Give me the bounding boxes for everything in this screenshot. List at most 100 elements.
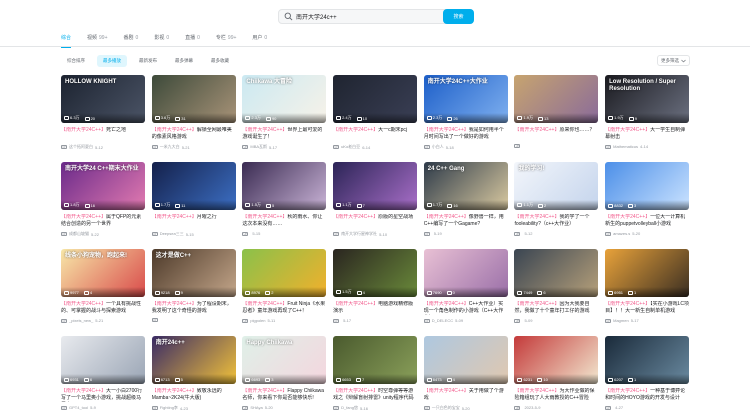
video-title[interactable]: 【南开大学24C++】我是如何用半个月时间写出了一个做好的游戏 — [424, 127, 508, 141]
video-thumbnail[interactable]: Happy Chiikawa 6693 3 — [242, 336, 327, 384]
video-title[interactable]: 【南开大学24C++】大一学生自制弹幕射击 — [605, 127, 689, 141]
uploader-name[interactable]: amazes.s — [613, 231, 630, 236]
video-card[interactable]: 1.9万 13 【南开大学24C++】原来你也……？ UP — [514, 75, 599, 154]
video-thumbnail[interactable]: 6231 10 — [514, 336, 599, 384]
tab-2[interactable]: 番剧 0 — [124, 34, 139, 44]
video-title[interactable]: 【南开大学24C++】原版的星空战场 — [333, 214, 417, 228]
video-thumbnail[interactable]: HOLLOW KNIGHT 6.3万 20 — [61, 75, 145, 123]
tab-0[interactable]: 综合 — [61, 34, 72, 48]
search-input[interactable] — [296, 13, 436, 20]
video-card[interactable]: Happy Chiikawa 6693 3 【南开大学24C++】Flappy Chi… — [242, 336, 327, 415]
video-title[interactable]: 【南开大学24C++】秋的雨水、你让这次本来没有…… — [242, 214, 326, 228]
video-title[interactable]: 【南开大学24C++】C++大作业）实现一个角色制作的小游戏（C++大作业） — [424, 301, 508, 315]
video-card[interactable]: 这才是做C++ 9218 9 【南开大学24C++】为了程设期末，我发明了这个奇怪的游… — [151, 249, 236, 328]
video-card[interactable]: 6653 7 【南开大学24C++】时空尊弹等等游戏之《辩解盲射排雷》unity程序… — [333, 336, 418, 415]
video-thumbnail[interactable]: 6653 7 — [333, 336, 418, 384]
video-card[interactable]: 6473 4 【南开大学24C++】关于用做了个游戏 UP 一只白色的宝宝 5-20 — [423, 336, 508, 415]
video-card[interactable]: 南开24c++ 6713 5 【南开大学24C++】致敬永远的Mamba~2K24(牛… — [151, 336, 236, 415]
video-thumbnail[interactable]: 6207 1 — [605, 336, 690, 384]
uploader-name[interactable]: Fighting李 — [160, 405, 178, 411]
tab-5[interactable]: 专栏 99+ — [216, 34, 237, 44]
video-card[interactable]: 24 C++ Gang 1.7万 16 【南开大学24C++】像野兽一样，用C++编写… — [423, 162, 508, 241]
video-card[interactable]: 南开大学24C++大作业 2.3万 26 【南开大学24C++】我是如何用半个月时间写… — [423, 75, 508, 154]
uploader-name[interactable]: uKo老白豆 — [341, 144, 360, 150]
video-card[interactable]: Chiikawa 大冒险 2.3万 90 【南开大学24C++】世界上最可爱的游戏诞生… — [242, 75, 327, 154]
video-title[interactable]: 【南开大学24C++】Fruit Ninja《水果忍者》童年游戏再现了C++！ — [242, 301, 326, 315]
uploader-name[interactable]: 成都山坡猫 — [69, 231, 89, 237]
video-title[interactable]: 【南开大学24C++】Flappy Chiikawa 名师，你来看下你是否能够快… — [242, 388, 326, 402]
video-card[interactable]: 1.7万 11 【南开大学24C++】月曜之行 UP Deepsea三三 5-15 — [151, 162, 236, 241]
video-thumbnail[interactable]: Chiikawa 大冒险 2.3万 90 — [242, 75, 327, 123]
video-card[interactable]: 8976 2 【南开大学24C++】Fruit Ninja《水果忍者》童年游戏再现了… — [242, 249, 327, 328]
uploader-name[interactable]: pigpolen — [250, 318, 265, 323]
video-title[interactable]: 【南开大学24C++】死亡之地 — [61, 127, 145, 141]
video-title[interactable]: 【南开大学24C++】世界上最可爱的游戏诞生了！ — [242, 127, 326, 141]
video-thumbnail[interactable]: 1.5万 5 — [242, 162, 327, 210]
video-title[interactable]: 【南开大学24C++】解锁全网最唯美的像素风格游戏 — [152, 127, 236, 141]
video-card[interactable]: 6951 1 【南开大学24C++】【实在小游戏LC项目】！！大一新生自制单机游戏 U… — [605, 249, 690, 328]
tab-1[interactable]: 视频 99+ — [87, 34, 108, 44]
video-thumbnail[interactable]: 8832 3 — [605, 162, 690, 210]
video-title[interactable]: 【南开大学24C++】【实在小游戏LC项目】！！大一新生自制单机游戏 — [605, 301, 689, 315]
video-thumbnail[interactable]: 7690 0 — [423, 249, 508, 297]
video-card[interactable]: 6207 1 【南开大学24C++】一种基于博弈论和时间的HOYO游戏的开发与设计 U… — [605, 336, 690, 415]
video-title[interactable]: 【南开大学24C++】时空尊弹等等游戏之《辩解盲射排雷》unity程序代码 — [333, 388, 417, 402]
video-thumbnail[interactable]: 1.9万 13 — [514, 75, 599, 123]
video-thumbnail[interactable]: 6951 1 — [605, 249, 690, 297]
video-card[interactable]: 1.5万 4 【南开大学24C++】电脑游戏精修版演示 UP 5-17 — [333, 249, 418, 328]
video-thumbnail[interactable]: 1.5万 4 — [333, 249, 418, 297]
tab-6[interactable]: 用户 0 — [252, 34, 267, 44]
video-thumbnail[interactable]: 1.1万 7 — [333, 162, 418, 210]
video-card[interactable]: 6231 10 【南开大学24C++】为大作业做的保险箱组玩了人大雨教授的C++冒险… — [514, 336, 599, 415]
filter-1[interactable]: 最多播放 — [97, 55, 127, 67]
video-title[interactable]: 【南开大学24C++】属于QFP的元素结合创造的另一个世界 — [61, 214, 145, 228]
uploader-name[interactable]: 一米九大白 — [160, 144, 180, 150]
video-thumbnail[interactable]: 7449 6 — [514, 249, 599, 297]
video-title[interactable]: 【南开大学24C++】关于用做了个游戏 — [424, 388, 508, 402]
video-title[interactable]: 【南开大学24C++】一种基于博弈论和时间的HOYO游戏的开发与设计 — [605, 388, 689, 402]
search-button[interactable]: 搜索 — [443, 9, 474, 24]
video-title[interactable]: 【南开大学24C++】大一c期末pcj — [333, 127, 417, 141]
video-card[interactable]: 南开大学24 C++期末大作业 1.8万 16 【南开大学24C++】属于QFP的元素… — [61, 162, 145, 241]
video-card[interactable]: 1.5万 5 【南开大学24C++】秋的雨水、你让这次本来没有…… UP 5-15 — [242, 162, 327, 241]
video-thumbnail[interactable]: 24 C++ Gang 1.7万 16 — [423, 162, 508, 210]
video-title[interactable]: 【南开大学24C++】大一小白2700行写了一个马里奥小游戏，挑战超级马里奥 — [61, 388, 145, 402]
uploader-name[interactable]: 这个拓阿夏白 — [69, 144, 93, 150]
video-thumbnail[interactable]: Low Resolution / Super Resolution 1.9万 9 — [605, 75, 690, 123]
tab-3[interactable]: 影视 0 — [154, 34, 169, 44]
video-title[interactable]: 【南开大学24C++】原来你也……？ — [514, 127, 598, 141]
video-thumbnail[interactable]: 3.6万 31 — [151, 75, 236, 123]
tab-4[interactable]: 直播 0 — [185, 34, 200, 44]
video-thumbnail[interactable]: 2.4万 10 — [333, 75, 418, 123]
video-title[interactable]: 【南开大学24C++】致敬永远的Mamba~2K24(牛大版) — [152, 388, 236, 402]
video-title[interactable]: 【南开大学24C++】电脑游戏精修版演示 — [333, 301, 417, 315]
video-title[interactable]: 【南开大学24C++】为了程设期末，我发明了这个奇怪的游戏 — [152, 301, 236, 315]
uploader-name[interactable]: GPT4_tool — [69, 405, 88, 410]
uploader-name[interactable]: D_DELECC — [432, 318, 453, 323]
video-title[interactable]: 【南开大学24C++】像野兽一样，用C++编写了一个Gagame? — [424, 214, 508, 228]
video-card[interactable]: 线条小狗宠物，跑起来! 9977 4 【南开大学24C++】一个具有挑战性的、可掌握的… — [61, 249, 145, 328]
video-title[interactable]: 【南开大学24C++】为大作业做的保险箱组玩了人大雨教授的C++冒险 — [514, 388, 598, 402]
video-thumbnail[interactable]: 这才是做C++ 9218 9 — [151, 249, 236, 297]
filter-2[interactable]: 最新发布 — [133, 55, 163, 67]
video-thumbnail[interactable]: 6473 4 — [423, 336, 508, 384]
video-title[interactable]: 【南开大学24C++】一个具有挑战性的、可掌握的战斗与探索游戏 — [61, 301, 145, 315]
video-thumbnail[interactable]: 6931 6 — [61, 336, 145, 384]
video-card[interactable]: 3.6万 31 【南开大学24C++】解锁全网最唯美的像素风格游戏 UP 一米九大白 5-… — [151, 75, 236, 154]
video-thumbnail[interactable]: 南开大学24C++大作业 2.3万 26 — [423, 75, 508, 123]
video-title[interactable]: 【南开大学24C++】月曜之行 — [152, 214, 236, 228]
uploader-name[interactable]: _pixels_new_ — [69, 318, 93, 323]
video-card[interactable]: 1.1万 7 【南开大学24C++】原版的星空战场 UP 南开大学行星神学社 5-10 — [333, 162, 418, 241]
video-card[interactable]: HOLLOW KNIGHT 6.3万 20 【南开大学24C++】死亡之地 UP 这个拓阿… — [61, 75, 145, 154]
uploader-name[interactable]: Magmen — [613, 318, 629, 323]
video-title[interactable]: 【南开大学24C++】一位大一计算机新生的puppetvolleyball小游戏 — [605, 214, 689, 228]
video-title[interactable]: 【南开大学24C++】我的学了一个fooleability?（c++大作业） — [514, 214, 598, 228]
uploader-name[interactable]: 南开大学行星神学社 — [341, 231, 377, 237]
video-card[interactable]: 2.4万 10 【南开大学24C++】大一c期末pcj UP uKo老白豆 6-14 — [333, 75, 418, 154]
uploader-name[interactable]: Mathematicus — [613, 144, 638, 149]
video-title[interactable]: 【南开大学24C++】因为大我要自然，我做了十个童年打工仔的游戏 — [514, 301, 598, 315]
more-filter-button[interactable]: 更多筛选 — [657, 55, 690, 66]
video-card[interactable]: 7690 0 【南开大学24C++】C++大作业）实现一个角色制作的小游戏（C++大… — [423, 249, 508, 328]
video-card[interactable]: 7449 6 【南开大学24C++】因为大我要自然，我做了十个童年打工仔的游戏 UP 5… — [514, 249, 599, 328]
uploader-name[interactable]: 小白人 — [432, 144, 444, 150]
